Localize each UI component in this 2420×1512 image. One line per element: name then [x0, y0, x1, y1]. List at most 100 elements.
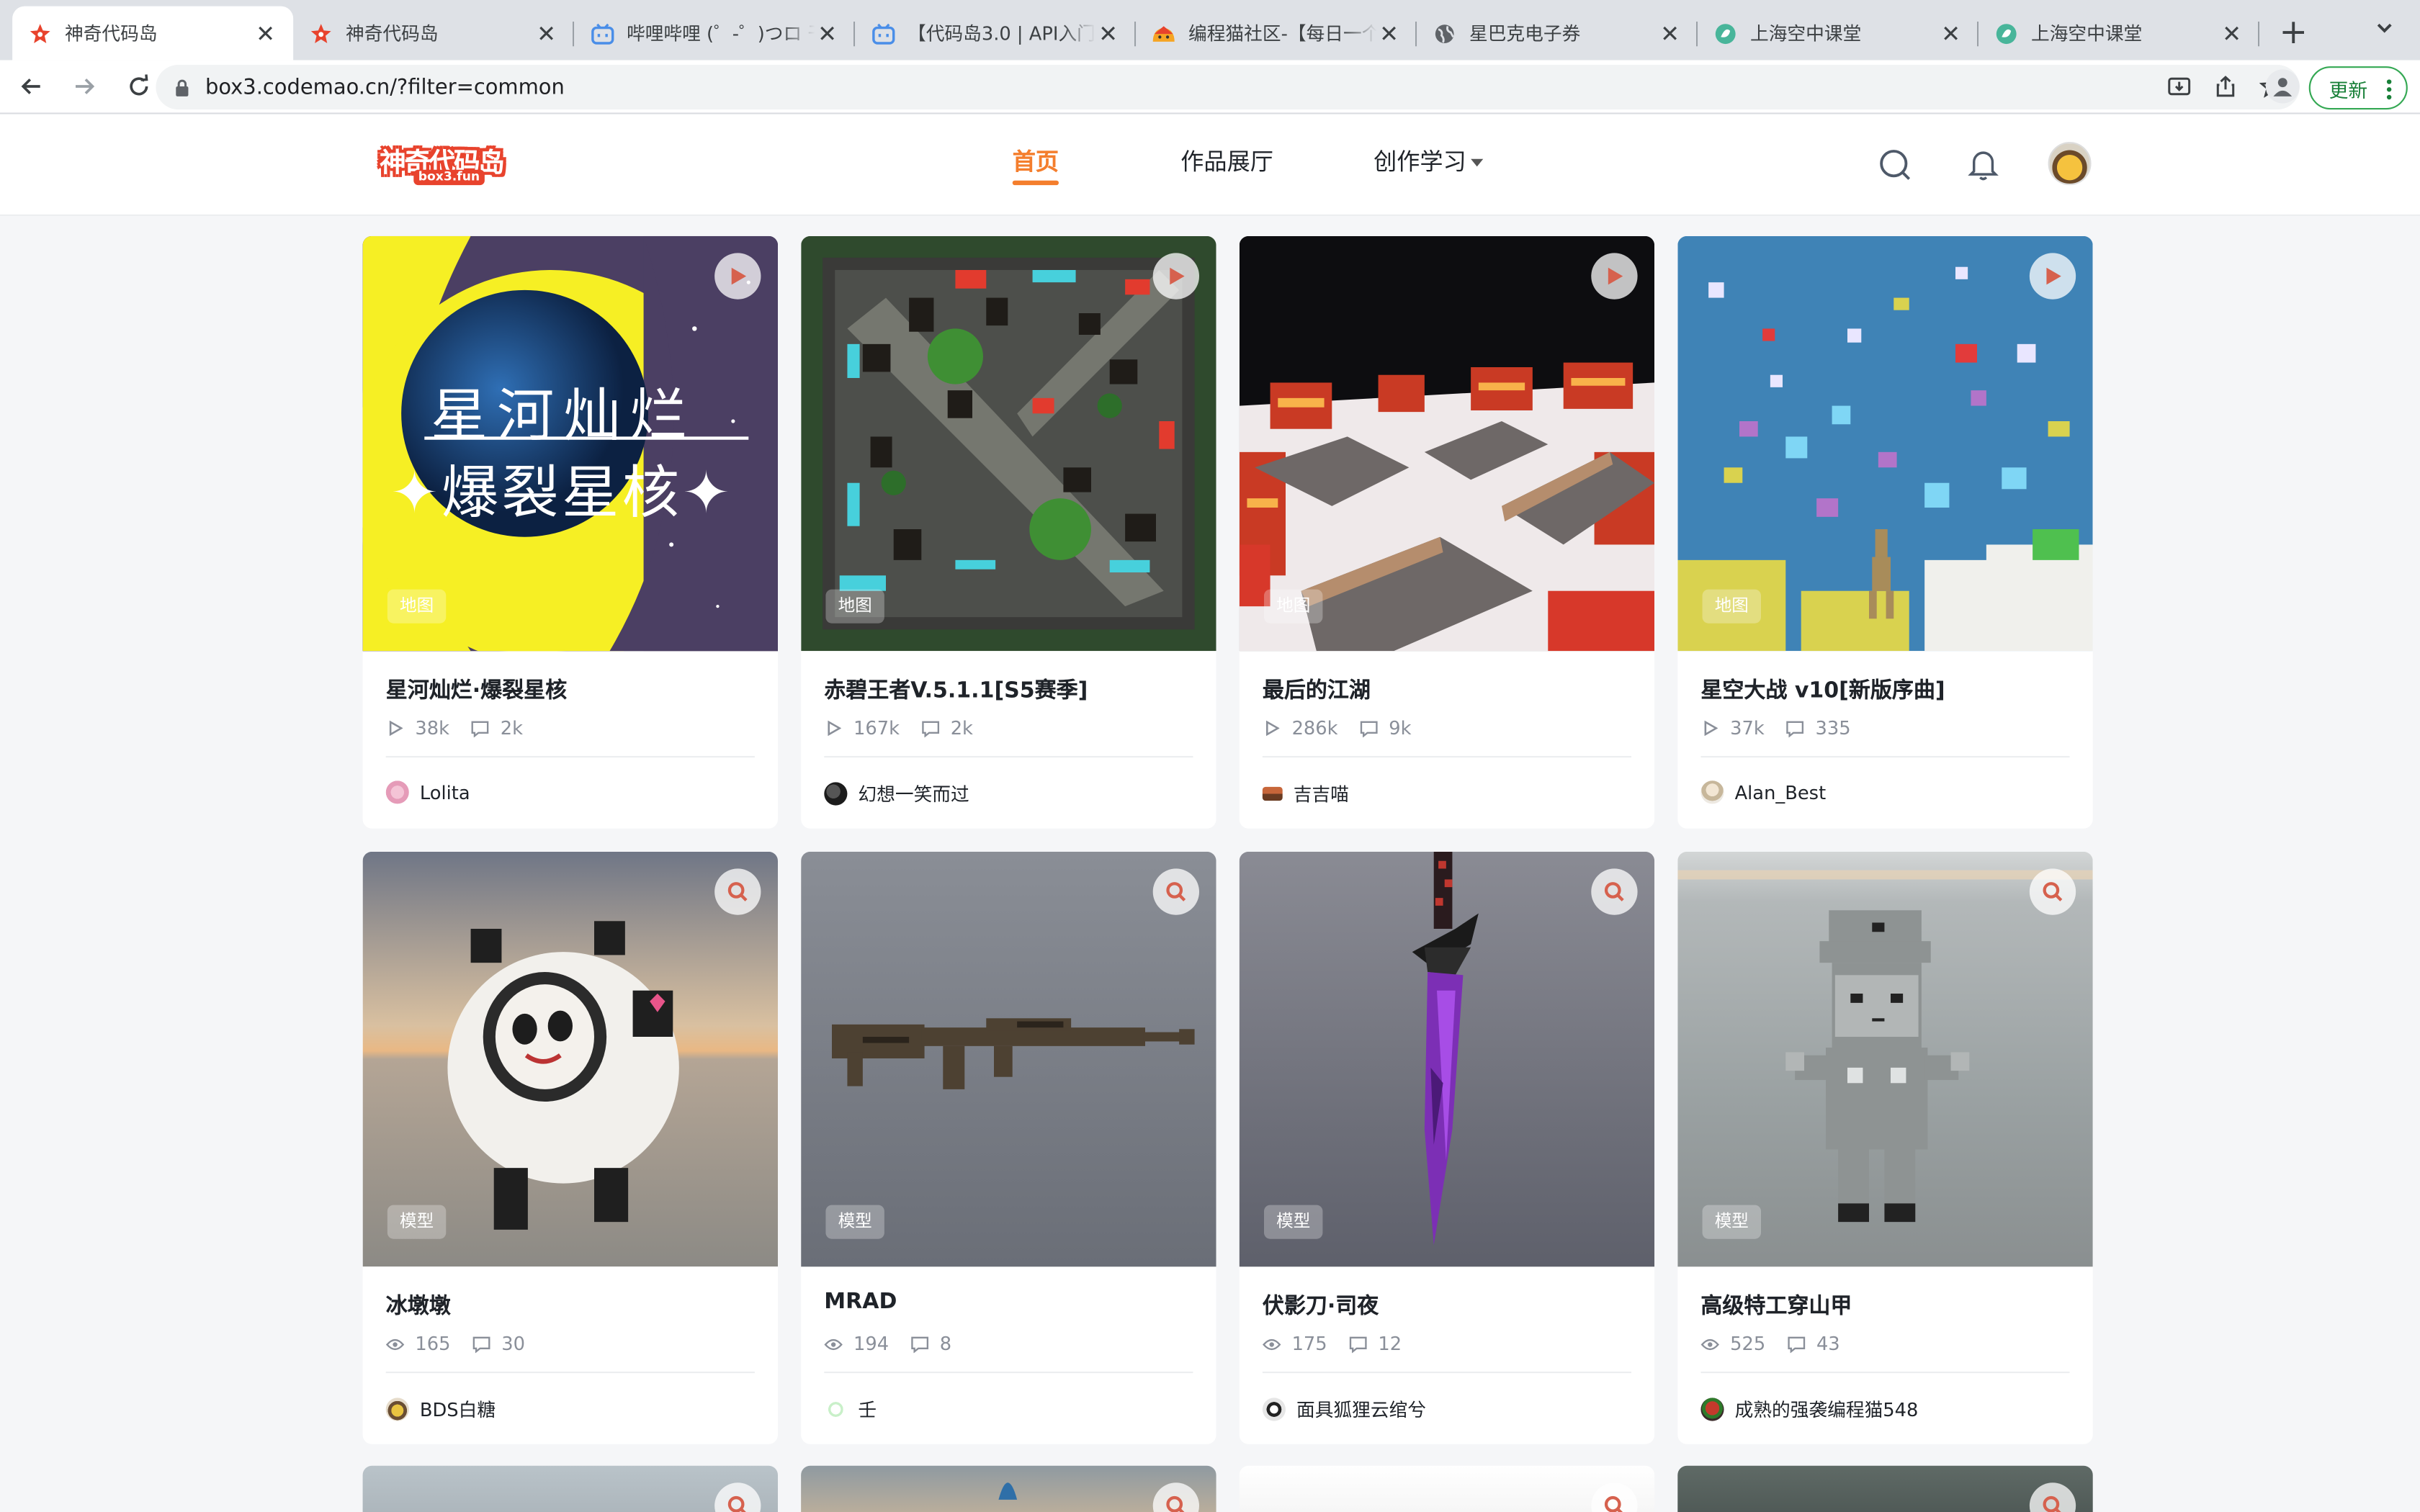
- zoom-button[interactable]: [2029, 868, 2076, 915]
- comment-count: 2k: [950, 717, 973, 739]
- view-count: 194: [853, 1333, 889, 1355]
- work-card[interactable]: 星河灿烂 ✦爆裂星核✦ 地图 星河灿烂·爆裂星核 38k 2k Lolita: [362, 235, 778, 829]
- browser-tab[interactable]: 编程猫社区-【每日一个 ✕: [1136, 6, 1417, 60]
- tab-title: 神奇代码岛: [65, 23, 158, 45]
- work-thumbnail[interactable]: 模型: [1677, 851, 2093, 1267]
- close-icon[interactable]: ✕: [1938, 19, 1963, 48]
- logo-subtext: box3.fun: [413, 169, 485, 186]
- tab-search-button[interactable]: [2374, 15, 2398, 40]
- comment-icon: [1349, 1335, 1368, 1354]
- work-card[interactable]: 模型 冰墩墩 165 30 BDS白糖: [362, 851, 778, 1444]
- play-count: 38k: [415, 717, 450, 739]
- nav-learn[interactable]: 创作学习: [1373, 145, 1484, 177]
- work-thumbnail[interactable]: 模型: [801, 851, 1216, 1267]
- work-title[interactable]: 高级特工穿山甲: [1700, 1290, 1852, 1320]
- work-thumbnail[interactable]: 地图: [1677, 235, 2093, 652]
- zoom-button[interactable]: [1591, 868, 1638, 915]
- zoom-button[interactable]: [1591, 1482, 1638, 1512]
- zoom-button[interactable]: [714, 868, 761, 915]
- work-card[interactable]: [801, 1465, 1216, 1512]
- forward-button[interactable]: [62, 63, 108, 109]
- close-icon[interactable]: ✕: [1095, 19, 1120, 48]
- view-count-icon: [1700, 1335, 1719, 1354]
- work-title[interactable]: 星河灿烂·爆裂星核: [386, 674, 567, 705]
- address-bar[interactable]: box3.codemao.cn/?filter=common: [156, 65, 2300, 110]
- zoom-button[interactable]: [2029, 1482, 2076, 1512]
- card-divider: [385, 1372, 755, 1374]
- work-title[interactable]: 伏影刀·司夜: [1263, 1290, 1379, 1320]
- author-link[interactable]: 壬: [824, 1396, 877, 1422]
- nav-home[interactable]: 首页: [1013, 145, 1059, 177]
- work-title[interactable]: 赤碧王者V.5.1.1[S5赛季]: [824, 674, 1088, 705]
- author-link[interactable]: BDS白糖: [385, 1396, 496, 1422]
- user-avatar[interactable]: [2048, 142, 2092, 186]
- browser-tab[interactable]: 星巴克电子券 ✕: [1417, 6, 1698, 60]
- notification-button[interactable]: [1963, 145, 2004, 185]
- nav-gallery[interactable]: 作品展厅: [1180, 145, 1273, 177]
- play-button[interactable]: [1591, 253, 1638, 300]
- close-icon[interactable]: ✕: [1657, 19, 1682, 48]
- card-divider: [1262, 1372, 1631, 1374]
- browser-tab[interactable]: 神奇代码岛 ✕: [12, 6, 294, 60]
- close-icon[interactable]: ✕: [534, 19, 558, 48]
- browser-tab[interactable]: 神奇代码岛 ✕: [293, 6, 575, 60]
- reload-button[interactable]: [116, 63, 162, 109]
- play-button[interactable]: [1152, 253, 1199, 300]
- work-card[interactable]: 地图 赤碧王者V.5.1.1[S5赛季] 167k 2k 幻想一笑而过: [801, 235, 1216, 829]
- update-browser-button[interactable]: 更新: [2308, 66, 2408, 110]
- author-link[interactable]: 成熟的强袭编程猫548: [1700, 1396, 1918, 1422]
- install-app-icon[interactable]: [2164, 71, 2195, 102]
- person-icon: [2273, 78, 2293, 96]
- work-thumbnail[interactable]: 地图: [801, 235, 1216, 652]
- zoom-button[interactable]: [714, 1482, 761, 1512]
- close-icon[interactable]: ✕: [1376, 19, 1401, 48]
- tab-title: 星巴克电子券: [1469, 23, 1581, 45]
- work-card[interactable]: 模型 高级特工穿山甲 525 43 成熟的强袭编程猫548: [1677, 851, 2093, 1444]
- share-icon[interactable]: [2210, 71, 2241, 102]
- comment-icon: [1786, 719, 1805, 738]
- work-card[interactable]: [1677, 1465, 2093, 1512]
- work-thumbnail[interactable]: 星河灿烂 ✦爆裂星核✦ 地图: [362, 235, 778, 652]
- author-link[interactable]: 幻想一笑而过: [824, 780, 969, 806]
- profile-avatar-button[interactable]: [2265, 69, 2300, 104]
- tab-title: 上海空中课堂: [1750, 23, 1862, 45]
- comment-count: 30: [501, 1333, 525, 1355]
- site-logo[interactable]: 神奇代码岛 box3.fun: [380, 140, 519, 190]
- author-link[interactable]: 面具狐狸云绾兮: [1262, 1396, 1426, 1422]
- close-icon[interactable]: ✕: [815, 19, 839, 48]
- category-badge: 模型: [387, 1205, 447, 1239]
- work-card[interactable]: [362, 1465, 778, 1512]
- work-card[interactable]: 模型 伏影刀·司夜 175 12 面具狐狸云绾兮: [1239, 851, 1655, 1444]
- work-card[interactable]: 地图 最后的江湖 286k 9k 吉吉喵: [1239, 235, 1655, 829]
- work-title[interactable]: 星空大战 v10[新版序曲]: [1700, 674, 1945, 705]
- browser-tab[interactable]: 哔哩哔哩 (゜-゜)つロ 干 ✕: [574, 6, 856, 60]
- play-button[interactable]: [714, 253, 761, 300]
- work-card[interactable]: [1239, 1465, 1655, 1512]
- close-icon[interactable]: ✕: [253, 19, 277, 48]
- zoom-button[interactable]: [1152, 868, 1199, 915]
- work-card[interactable]: 模型 MRAD 194 8 壬: [801, 851, 1216, 1444]
- browser-tab[interactable]: 上海空中课堂 ✕: [1978, 6, 2260, 60]
- card-divider: [1700, 1372, 2070, 1374]
- close-icon[interactable]: ✕: [2219, 19, 2244, 48]
- search-button[interactable]: [1876, 145, 1916, 185]
- work-title[interactable]: 最后的江湖: [1263, 674, 1371, 705]
- browser-tab[interactable]: 【代码岛3.0 | API入门教 ✕: [855, 6, 1137, 60]
- back-button[interactable]: [8, 63, 54, 109]
- work-title[interactable]: MRAD: [824, 1290, 897, 1314]
- author-avatar: [1700, 1398, 1724, 1421]
- browser-window: 神奇代码岛 ✕ 神奇代码岛 ✕ 哔哩哔哩 (゜-゜)つロ 干 ✕ 【代码岛3.0…: [0, 0, 2420, 1512]
- work-thumbnail[interactable]: 模型: [362, 851, 778, 1267]
- card-divider: [824, 756, 1193, 758]
- work-thumbnail[interactable]: 地图: [1239, 235, 1655, 652]
- work-thumbnail[interactable]: 模型: [1239, 851, 1655, 1267]
- work-card[interactable]: 地图 星空大战 v10[新版序曲] 37k 335 Alan_Best: [1677, 235, 2093, 829]
- play-button[interactable]: [2029, 253, 2076, 300]
- author-link[interactable]: Lolita: [385, 780, 470, 804]
- work-title[interactable]: 冰墩墩: [386, 1290, 451, 1320]
- author-avatar: [1262, 786, 1283, 801]
- new-tab-button[interactable]: +: [2272, 11, 2315, 54]
- author-link[interactable]: 吉吉喵: [1262, 780, 1349, 806]
- browser-tab[interactable]: 上海空中课堂 ✕: [1698, 6, 1979, 60]
- author-link[interactable]: Alan_Best: [1700, 780, 1826, 804]
